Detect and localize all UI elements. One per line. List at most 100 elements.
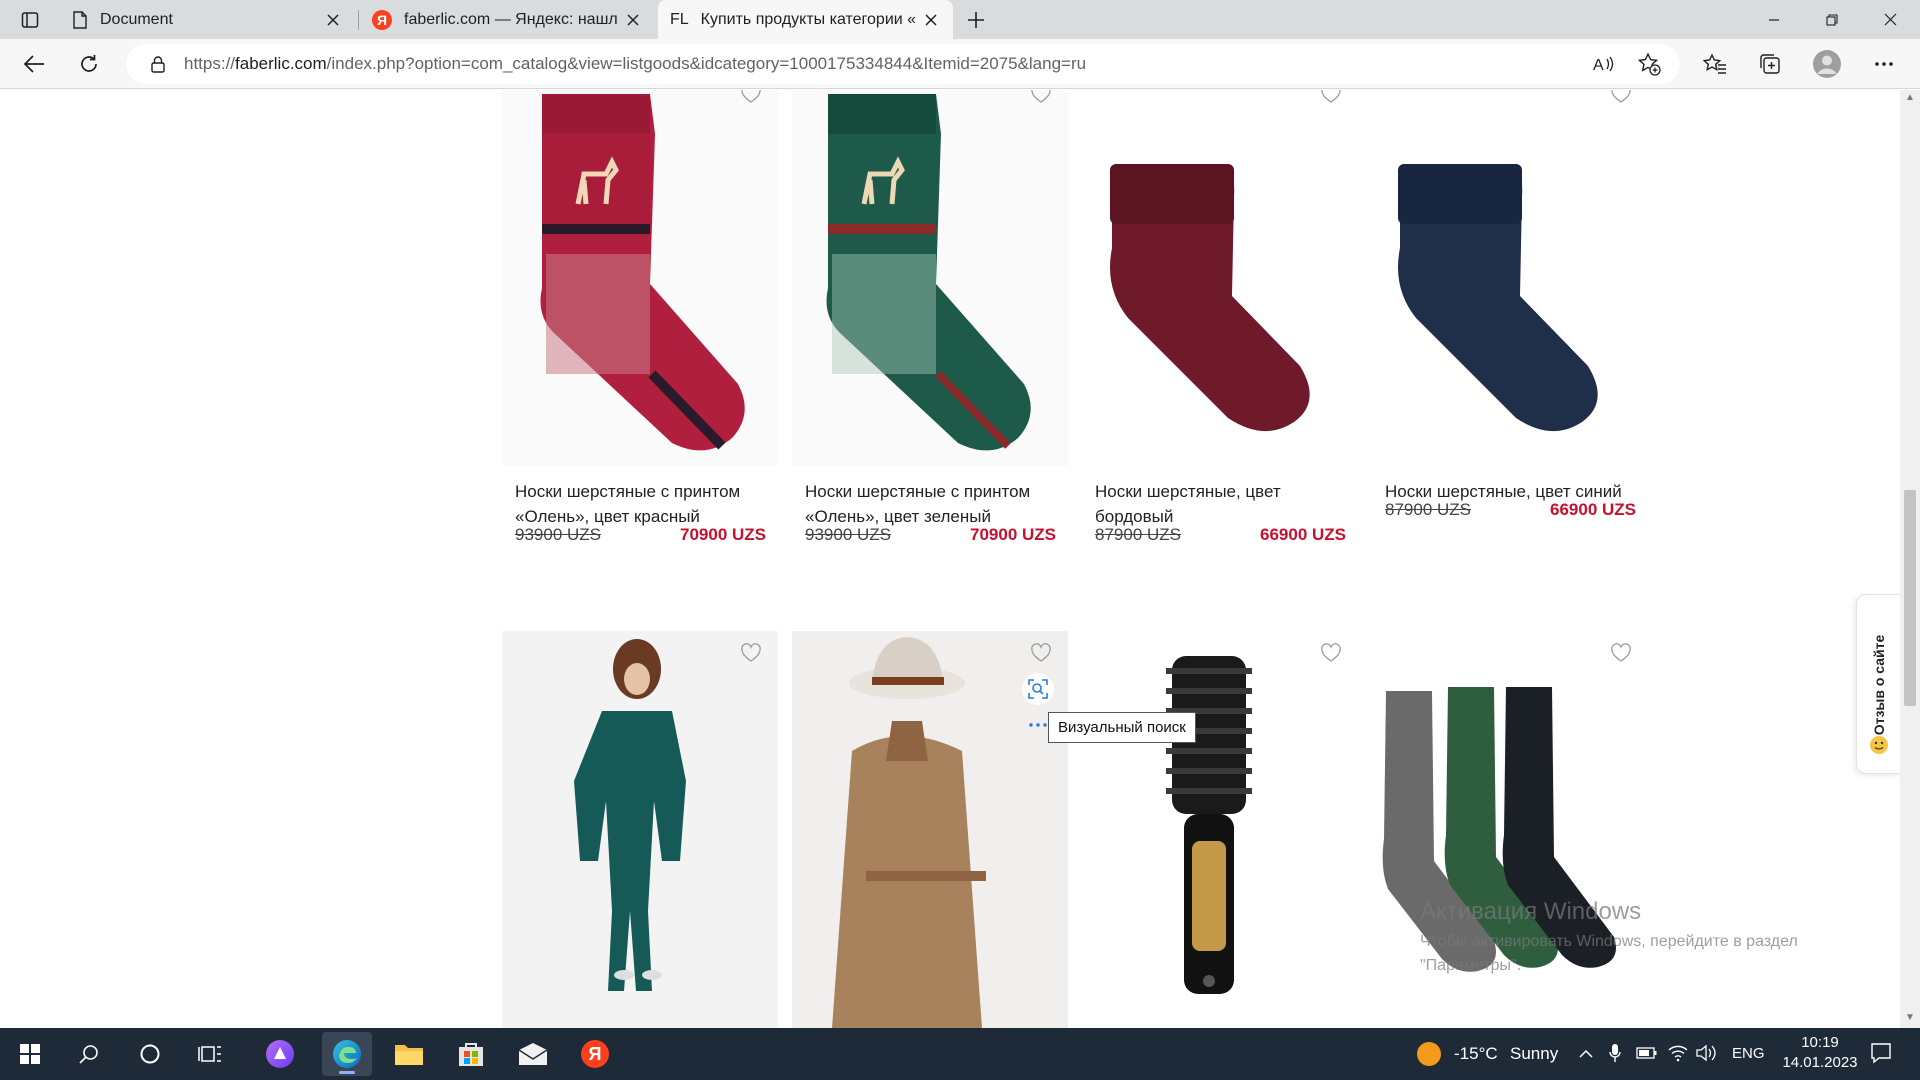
battery-icon bbox=[1636, 1047, 1657, 1059]
favorites-button[interactable] bbox=[1697, 46, 1733, 82]
new-tab-button[interactable] bbox=[956, 6, 996, 34]
close-icon bbox=[627, 13, 639, 26]
alice-app-button[interactable] bbox=[255, 1032, 305, 1076]
tab-separator bbox=[358, 10, 359, 30]
product-card[interactable]: Носки шерстяные с принтом «Олень», цвет … bbox=[792, 90, 1068, 564]
yandex-browser-button[interactable]: Я bbox=[570, 1032, 620, 1076]
product-card[interactable] bbox=[502, 631, 778, 1028]
address-bar[interactable]: https://faberlic.com/index.php?option=co… bbox=[126, 44, 1680, 84]
feedback-tab[interactable]: Отзыв о сайте bbox=[1856, 594, 1900, 774]
task-view-button[interactable] bbox=[185, 1032, 235, 1076]
product-card[interactable]: Носки шерстяные, цвет синий 87900 UZS 66… bbox=[1372, 90, 1648, 564]
page-scrollbar[interactable]: ▲ ▼ bbox=[1900, 90, 1920, 1028]
alice-icon bbox=[266, 1040, 294, 1068]
clock[interactable]: 10:19 14.01.2023 bbox=[1770, 1032, 1870, 1076]
close-window-button[interactable] bbox=[1861, 0, 1919, 39]
battery-button[interactable] bbox=[1636, 1046, 1660, 1062]
close-icon bbox=[1884, 13, 1896, 26]
product-title[interactable]: Носки шерстяные, цвет бордовый bbox=[1095, 479, 1355, 529]
product-title[interactable]: Носки шерстяные с принтом «Олень», цвет … bbox=[805, 479, 1065, 529]
sale-price: 66900 UZS bbox=[1260, 525, 1346, 544]
file-explorer-button[interactable] bbox=[384, 1032, 434, 1076]
network-button[interactable] bbox=[1668, 1044, 1690, 1064]
search-button[interactable] bbox=[64, 1032, 114, 1076]
tab-document[interactable]: Document bbox=[60, 0, 355, 39]
tab-close-button[interactable] bbox=[323, 10, 343, 30]
tab-label: faberlic.com — Яндекс: нашлось bbox=[404, 10, 617, 28]
favorite-heart-button[interactable] bbox=[1320, 90, 1342, 104]
favorite-heart-button[interactable] bbox=[1030, 90, 1052, 104]
restore-button[interactable] bbox=[1803, 0, 1861, 39]
yandex-icon: Я bbox=[372, 9, 392, 30]
add-favorite-button[interactable] bbox=[1636, 51, 1662, 77]
windows-logo-icon bbox=[20, 1044, 40, 1064]
tab-actions-button[interactable] bbox=[12, 8, 48, 32]
scrollbar-thumb[interactable] bbox=[1904, 490, 1916, 706]
notification-icon bbox=[1871, 1043, 1891, 1064]
old-price: 87900 UZS bbox=[1095, 525, 1181, 544]
heart-icon bbox=[1611, 90, 1631, 103]
product-image[interactable] bbox=[1082, 631, 1358, 1028]
yandex-icon: Я bbox=[581, 1040, 609, 1068]
cortana-button[interactable] bbox=[125, 1032, 175, 1076]
minimize-button[interactable] bbox=[1745, 0, 1803, 39]
tab-yandex[interactable]: Я faberlic.com — Яндекс: нашлось bbox=[360, 0, 655, 39]
edge-taskbar-button[interactable] bbox=[322, 1032, 372, 1076]
favorite-heart-button[interactable] bbox=[1610, 643, 1632, 663]
tab-close-button[interactable] bbox=[921, 10, 941, 30]
scroll-down-arrow[interactable]: ▼ bbox=[1904, 1012, 1916, 1024]
close-icon bbox=[925, 13, 937, 26]
favorite-heart-button[interactable] bbox=[740, 643, 762, 663]
product-image[interactable] bbox=[502, 631, 778, 1028]
product-image[interactable] bbox=[792, 90, 1068, 466]
volume-button[interactable] bbox=[1696, 1044, 1720, 1064]
visual-search-button[interactable] bbox=[1022, 673, 1054, 705]
search-icon bbox=[79, 1045, 98, 1064]
favorite-heart-button[interactable] bbox=[1320, 643, 1342, 663]
product-card[interactable] bbox=[1082, 631, 1358, 1028]
old-price: 93900 UZS bbox=[805, 525, 891, 544]
refresh-button[interactable] bbox=[71, 46, 107, 82]
collections-button[interactable] bbox=[1752, 46, 1788, 82]
back-arrow-icon bbox=[23, 55, 44, 73]
url-text[interactable]: https://faberlic.com/index.php?option=co… bbox=[184, 54, 1086, 74]
notifications-button[interactable] bbox=[1870, 1042, 1894, 1066]
tab-faberlic-active[interactable]: FL Купить продукты категории «М bbox=[658, 0, 953, 39]
language-indicator[interactable]: ENG bbox=[1732, 1045, 1765, 1062]
product-image[interactable] bbox=[1372, 90, 1648, 466]
weather-widget[interactable]: -15°C Sunny bbox=[1412, 1028, 1562, 1080]
clock-time: 10:19 bbox=[1801, 1034, 1839, 1051]
browser-toolbar: https://faberlic.com/index.php?option=co… bbox=[0, 39, 1920, 89]
lock-icon[interactable] bbox=[148, 54, 168, 74]
favorite-heart-button[interactable] bbox=[740, 90, 762, 104]
restore-icon bbox=[1826, 13, 1838, 26]
active-indicator bbox=[339, 1071, 355, 1074]
product-card[interactable]: Носки шерстяные с принтом «Олень», цвет … bbox=[502, 90, 778, 564]
collections-icon bbox=[1760, 54, 1780, 74]
url-host: faberlic.com bbox=[235, 54, 327, 73]
back-button[interactable] bbox=[16, 46, 52, 82]
favorite-heart-button[interactable] bbox=[1610, 90, 1632, 104]
product-image[interactable] bbox=[1082, 90, 1358, 466]
tab-close-button[interactable] bbox=[623, 10, 643, 30]
read-aloud-button[interactable]: A bbox=[1591, 51, 1617, 77]
product-card[interactable] bbox=[792, 631, 1068, 1028]
visual-search-icon bbox=[1028, 679, 1048, 699]
heart-icon bbox=[1031, 90, 1051, 103]
microphone-button[interactable] bbox=[1608, 1043, 1626, 1065]
profile-button[interactable] bbox=[1809, 46, 1845, 82]
product-title[interactable]: Носки шерстяные с принтом «Олень», цвет … bbox=[515, 479, 775, 529]
heart-icon bbox=[1031, 643, 1051, 662]
favorite-heart-button[interactable] bbox=[1030, 643, 1052, 663]
store-button[interactable] bbox=[446, 1032, 496, 1076]
product-image[interactable] bbox=[502, 90, 778, 466]
scroll-up-arrow[interactable]: ▲ bbox=[1904, 92, 1916, 104]
settings-more-button[interactable] bbox=[1866, 46, 1902, 82]
task-view-icon bbox=[198, 1046, 221, 1062]
show-hidden-icons-button[interactable] bbox=[1578, 1046, 1596, 1062]
start-button[interactable] bbox=[5, 1032, 55, 1076]
cortana-icon bbox=[140, 1044, 160, 1064]
mail-button[interactable] bbox=[508, 1032, 558, 1076]
faberlic-icon: FL bbox=[670, 10, 689, 28]
product-card[interactable]: Носки шерстяные, цвет бордовый 87900 UZS… bbox=[1082, 90, 1358, 564]
